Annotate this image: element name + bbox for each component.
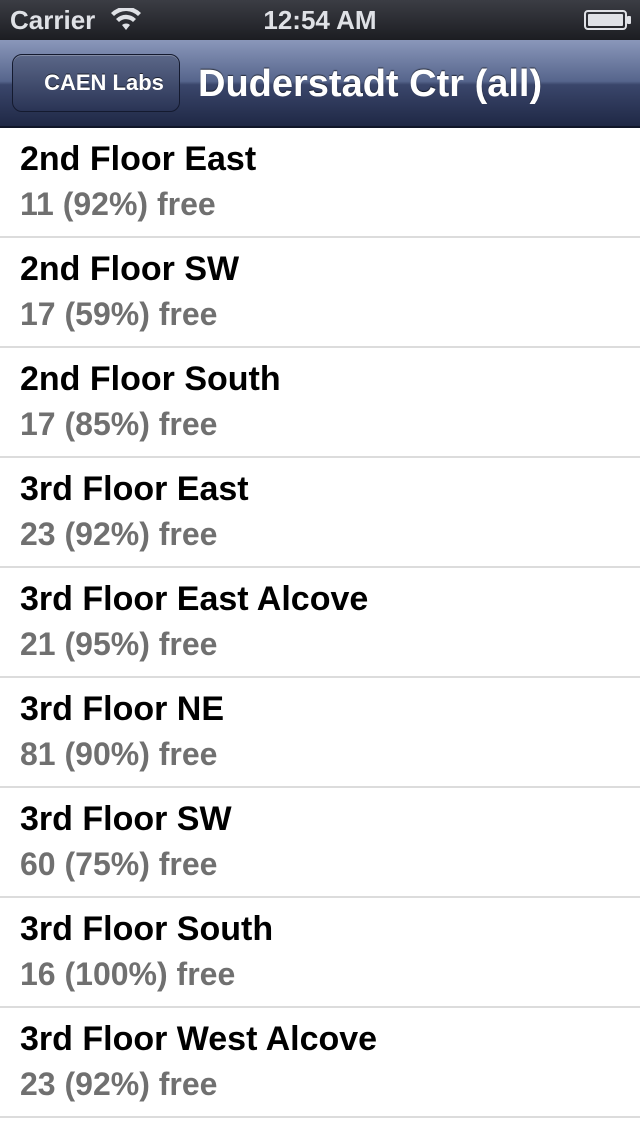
lab-name: 3rd Floor East [20, 470, 249, 508]
lab-free-count: 17 (85%) free [20, 406, 218, 442]
lab-free-count: 60 (75%) free [20, 846, 218, 882]
lab-free-count: 16 (100%) free [20, 956, 236, 992]
lab-row[interactable]: 3rd Floor East 23 (92%) free [0, 458, 640, 568]
lab-row[interactable]: 3rd Floor East Alcove 21 (95%) free [0, 568, 640, 678]
back-button-label: CAEN Labs [44, 70, 164, 95]
status-bar: Carrier 12:54 AM [0, 0, 640, 40]
lab-list: 2nd Floor East 11 (92%) free 2nd Floor S… [0, 128, 640, 1118]
lab-row[interactable]: 3rd Floor NE 81 (90%) free [0, 678, 640, 788]
lab-free-count: 81 (90%) free [20, 736, 218, 772]
lab-name: 2nd Floor SW [20, 250, 240, 288]
lab-row[interactable]: 2nd Floor SW 17 (59%) free [0, 238, 640, 348]
status-time: 12:54 AM [263, 5, 377, 35]
lab-name: 3rd Floor NE [20, 690, 225, 728]
lab-name: 3rd Floor South [20, 910, 274, 948]
lab-row[interactable]: 2nd Floor South 17 (85%) free [0, 348, 640, 458]
lab-free-count: 17 (59%) free [20, 296, 218, 332]
lab-name: 2nd Floor South [20, 360, 281, 398]
lab-row[interactable]: 3rd Floor SW 60 (75%) free [0, 788, 640, 898]
lab-row[interactable]: 2nd Floor East 11 (92%) free [0, 128, 640, 238]
lab-row[interactable]: 3rd Floor South 16 (100%) free [0, 898, 640, 1008]
lab-name: 3rd Floor West Alcove [20, 1020, 378, 1058]
lab-name: 3rd Floor East Alcove [20, 580, 369, 618]
battery-icon [584, 10, 632, 30]
lab-free-count: 21 (95%) free [20, 626, 218, 662]
back-button[interactable]: CAEN Labs [12, 54, 180, 112]
lab-name: 3rd Floor SW [20, 800, 232, 838]
lab-name: 2nd Floor East [20, 140, 257, 178]
lab-row[interactable]: 3rd Floor West Alcove 23 (92%) free [0, 1008, 640, 1118]
lab-free-count: 23 (92%) free [20, 516, 218, 552]
navigation-bar: CAEN Labs Duderstadt Ctr (all) [0, 40, 640, 128]
lab-free-count: 11 (92%) free [20, 186, 216, 222]
page-title: Duderstadt Ctr (all) [198, 63, 543, 105]
lab-free-count: 23 (92%) free [20, 1066, 218, 1102]
